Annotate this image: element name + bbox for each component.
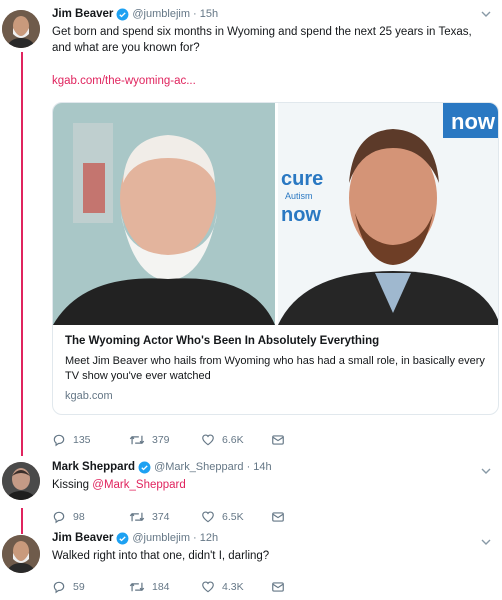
like-count: 4.3K	[222, 581, 244, 593]
link-card[interactable]: now cure Autism now The Wyoming Actor Wh…	[52, 102, 499, 415]
share-icon	[272, 582, 284, 592]
tweet[interactable]: Jim Beaver @jumblejim · 15h Get born and…	[52, 6, 494, 89]
author-handle[interactable]: @jumblejim	[132, 8, 190, 20]
author-handle[interactable]: @jumblejim	[132, 532, 190, 544]
like-button[interactable]: 4.3K	[201, 580, 271, 594]
tweet-actions: 59 184 4.3K	[52, 579, 292, 595]
retweet-count: 379	[152, 434, 170, 446]
tweet-timestamp[interactable]: 15h	[200, 8, 218, 20]
reply-icon	[53, 434, 65, 447]
meta-separator: ·	[190, 8, 200, 20]
like-button[interactable]: 6.6K	[201, 433, 271, 447]
retweet-icon	[129, 582, 145, 592]
backdrop-cure-text: cure	[281, 168, 323, 190]
tweet[interactable]: Mark Sheppard @Mark_Sheppard · 14h Kissi…	[52, 459, 494, 493]
backdrop-now-text-2: now	[281, 204, 321, 226]
tweet-actions: 98 374 6.5K	[52, 509, 292, 525]
retweet-icon	[129, 512, 145, 522]
reply-count: 98	[73, 511, 85, 523]
reply-button[interactable]: 135	[52, 433, 129, 447]
tweet[interactable]: Jim Beaver @jumblejim · 12h Walked right…	[52, 530, 494, 564]
reply-icon	[53, 581, 65, 594]
backdrop-now-text: now	[451, 109, 496, 134]
like-count: 6.6K	[222, 434, 244, 446]
avatar[interactable]	[2, 535, 40, 573]
retweet-button[interactable]: 184	[129, 580, 201, 594]
retweet-count: 374	[152, 511, 170, 523]
retweet-icon	[129, 435, 145, 445]
reply-count: 59	[73, 581, 85, 593]
verified-badge-icon	[138, 461, 151, 473]
chevron-down-icon[interactable]	[480, 536, 492, 548]
tweet-text: Walked right into that one, didn't I, da…	[52, 550, 270, 562]
share-button[interactable]	[271, 580, 292, 594]
tweet-actions: 135 379 6.6K	[52, 432, 292, 448]
like-icon	[202, 581, 214, 593]
tweet-link[interactable]: kgab.com/the-wyoming-ac...	[52, 73, 494, 89]
meta-separator: ·	[243, 461, 254, 473]
avatar[interactable]	[2, 10, 40, 48]
author-name[interactable]: Jim Beaver	[52, 532, 113, 544]
verified-badge-icon	[116, 8, 129, 20]
share-button[interactable]	[271, 433, 292, 447]
share-icon	[272, 435, 284, 445]
author-handle[interactable]: @Mark_Sheppard	[154, 461, 243, 473]
thread-line	[21, 52, 23, 456]
tweet-text: Get born and spend six months in Wyoming…	[52, 26, 472, 54]
author-name[interactable]: Jim Beaver	[52, 8, 113, 20]
retweet-button[interactable]: 374	[129, 510, 201, 524]
retweet-button[interactable]: 379	[129, 433, 201, 447]
card-title[interactable]: The Wyoming Actor Who's Been In Absolute…	[65, 334, 486, 349]
tweet-timestamp[interactable]: 12h	[200, 532, 218, 544]
verified-badge-icon	[116, 532, 129, 544]
avatar[interactable]	[2, 462, 40, 500]
reply-button[interactable]: 98	[52, 510, 129, 524]
card-domain: kgab.com	[65, 390, 113, 402]
like-count: 6.5K	[222, 511, 244, 523]
card-image: now cure Autism now	[53, 103, 498, 325]
share-icon	[272, 512, 284, 522]
tweet-text-prefix: Kissing	[52, 479, 93, 491]
reply-button[interactable]: 59	[52, 580, 129, 594]
like-icon	[202, 511, 214, 523]
mention-link[interactable]: @Mark_Sheppard	[92, 479, 186, 491]
chevron-down-icon[interactable]	[480, 8, 492, 20]
author-name[interactable]: Mark Sheppard	[52, 461, 135, 473]
thread-line	[21, 508, 23, 534]
meta-separator: ·	[190, 532, 200, 544]
like-icon	[202, 434, 214, 446]
backdrop-autism-text: Autism	[285, 191, 313, 201]
chevron-down-icon[interactable]	[480, 465, 492, 477]
like-button[interactable]: 6.5K	[201, 510, 271, 524]
share-button[interactable]	[271, 510, 292, 524]
tweet-timestamp[interactable]: 14h	[253, 461, 271, 473]
retweet-count: 184	[152, 581, 170, 593]
card-description: Meet Jim Beaver who hails from Wyoming w…	[65, 355, 485, 382]
tweet-text: Kissing @Mark_Sheppard	[52, 477, 494, 493]
reply-icon	[53, 511, 65, 524]
reply-count: 135	[73, 434, 91, 446]
